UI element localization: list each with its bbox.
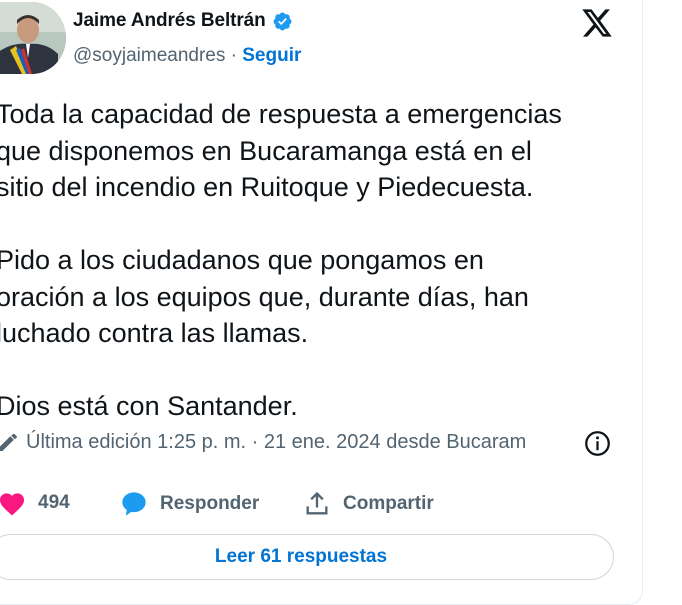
tweet-line: Toda la capacidad de respuesta a emergen… xyxy=(0,99,562,129)
tweet-text: Toda la capacidad de respuesta a emergen… xyxy=(0,96,636,461)
author-name-row: Jaime Andrés Beltrán xyxy=(73,10,293,32)
author-handle[interactable]: @soyjaimeandres xyxy=(73,45,225,66)
share-upload-icon xyxy=(306,491,328,515)
action-bar: 494 Responder Compartir xyxy=(0,490,638,522)
info-icon[interactable] xyxy=(584,430,611,457)
read-replies-button[interactable]: Leer 61 respuestas xyxy=(0,534,614,580)
like-button[interactable]: 494 xyxy=(0,490,70,516)
verified-badge-icon xyxy=(273,12,292,30)
avatar[interactable] xyxy=(0,2,66,74)
tweet-card: Jaime Andrés Beltrán @soyjaimeandres · S… xyxy=(0,0,643,605)
share-button[interactable]: Compartir xyxy=(303,490,434,518)
pencil-icon xyxy=(0,433,17,451)
tweet-line: Dios está con Santander. xyxy=(0,391,298,421)
x-logo-icon[interactable] xyxy=(580,8,614,38)
follow-link[interactable]: Seguir xyxy=(242,45,301,66)
tweet-line: luchado contra las llamas. xyxy=(0,318,309,348)
share-label: Compartir xyxy=(343,493,434,514)
author-name[interactable]: Jaime Andrés Beltrán xyxy=(73,10,266,32)
tweet-paragraph: Toda la capacidad de respuesta a emergen… xyxy=(0,96,636,206)
reply-label: Responder xyxy=(160,493,260,514)
tweet-paragraph: Dios está con Santander. xyxy=(0,388,636,425)
reply-button[interactable]: Responder xyxy=(120,490,259,518)
separator: · xyxy=(230,45,237,66)
tweet-paragraph: Pido a los ciudadanos que pongamos en or… xyxy=(0,242,636,352)
edited-timestamp: Última edición 1:25 p. m. · 21 ene. 2024… xyxy=(26,430,527,453)
tweet-line: que disponemos en Bucaramanga está en el xyxy=(0,135,532,166)
tweet-line: oración a los equipos que, durante días,… xyxy=(0,281,529,312)
edit-info[interactable]: Última edición 1:25 p. m. · 21 ene. 2024… xyxy=(0,430,526,454)
tweet-line: sitio del incendio en Ruitoque y Piedecu… xyxy=(0,172,534,202)
tweet-line: Pido a los ciudadanos que pongamos en xyxy=(0,245,484,275)
like-count: 494 xyxy=(38,492,70,513)
handle-row: @soyjaimeandres · Seguir xyxy=(73,45,301,67)
speech-bubble-icon xyxy=(122,492,146,516)
heart-icon xyxy=(0,493,25,516)
